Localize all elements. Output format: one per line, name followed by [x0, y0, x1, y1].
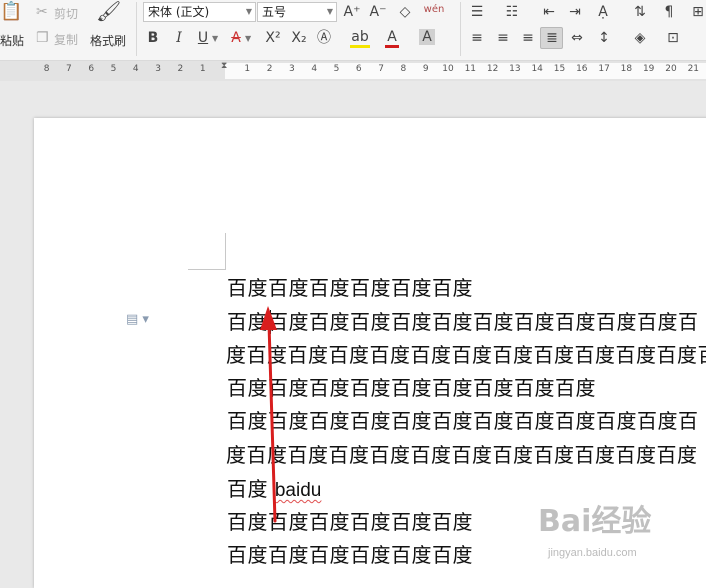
- watermark-url: jingyan.baidu.com: [548, 547, 637, 559]
- watermark-brand: Bai经验: [538, 504, 652, 539]
- arrow-shaft: [267, 322, 277, 523]
- annotation-arrow: [260, 306, 277, 523]
- arrow-head: [260, 306, 277, 330]
